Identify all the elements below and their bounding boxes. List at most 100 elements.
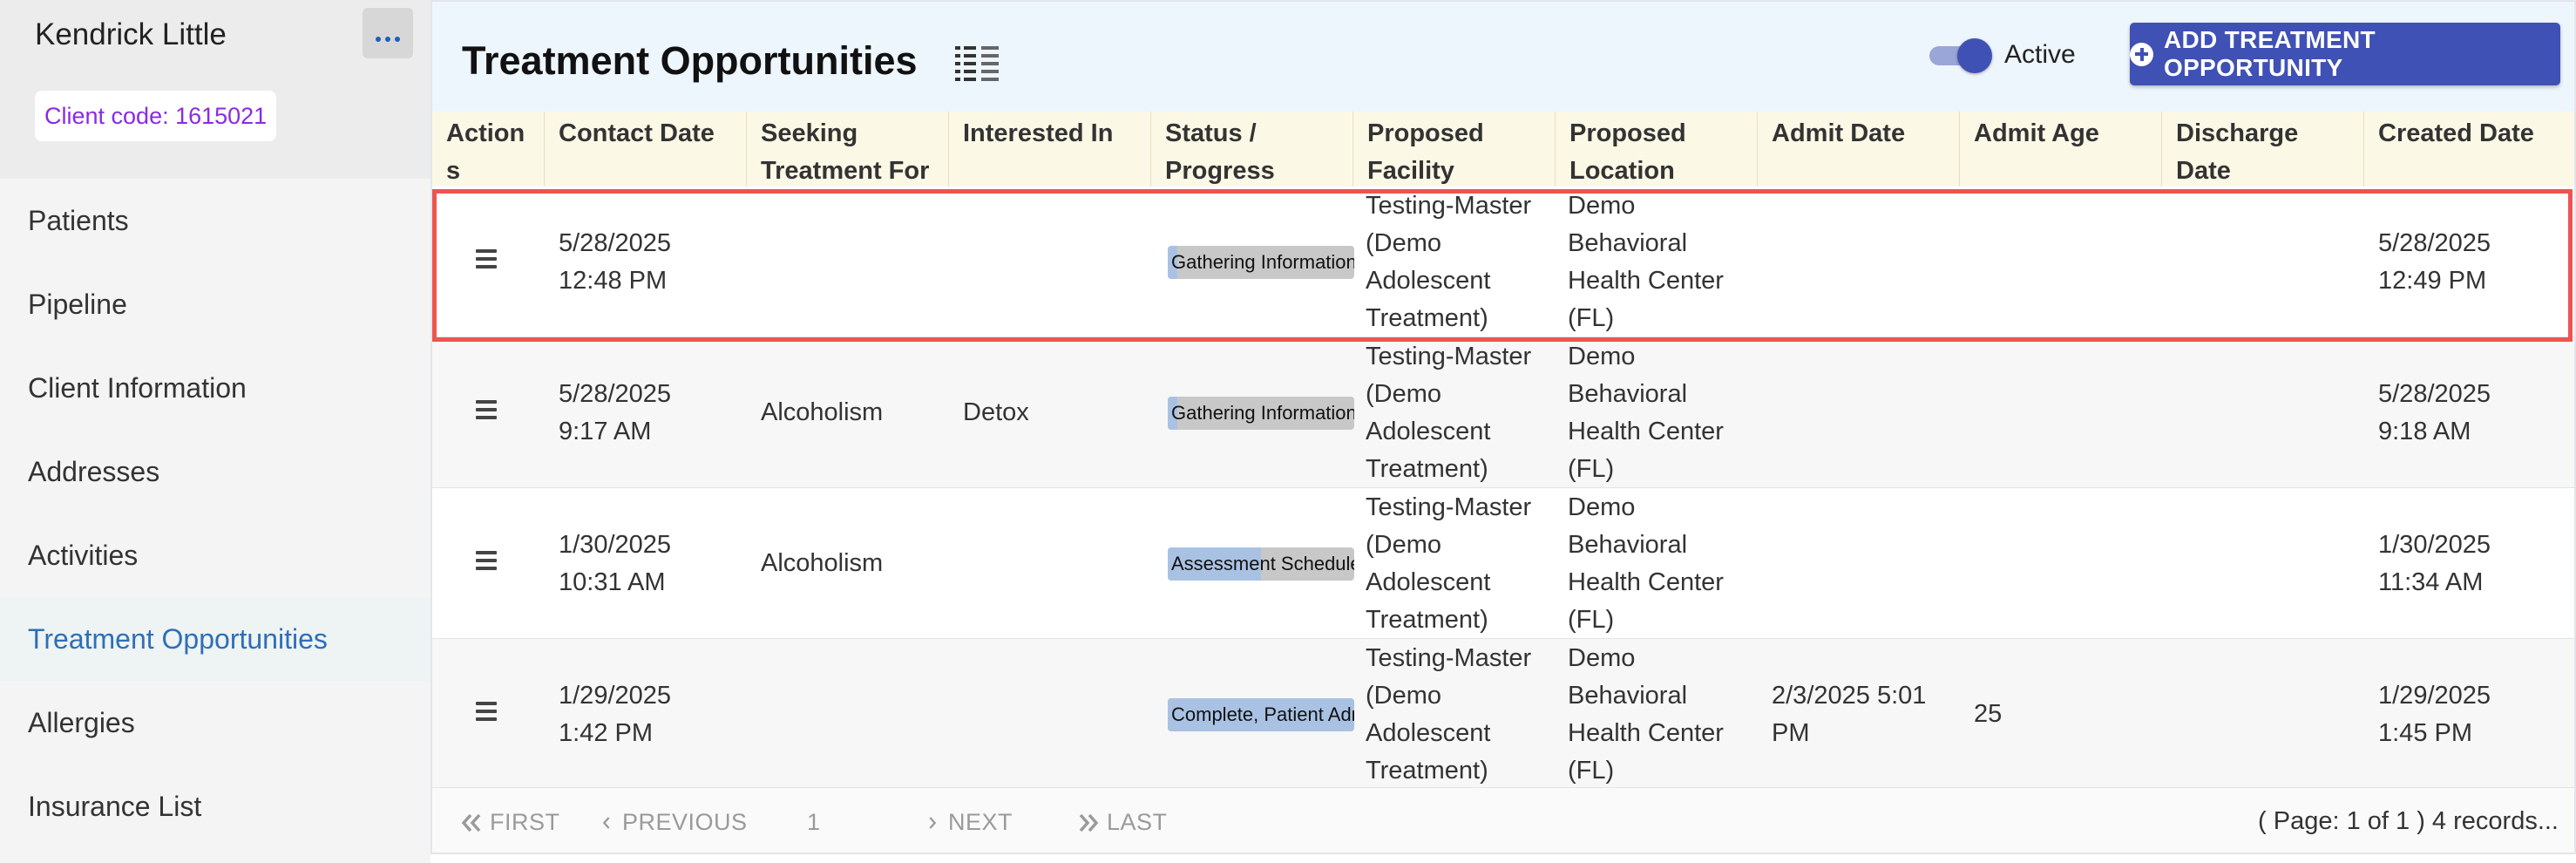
column-header-created-date[interactable]: Created Date: [2364, 112, 2574, 187]
table-row[interactable]: 5/28/2025 12:48 PM Gathering Information…: [432, 187, 2574, 337]
next-label: NEXT: [948, 809, 1013, 835]
hamburger-menu-icon[interactable]: [476, 702, 497, 721]
sidebar-item-allergies[interactable]: Allergies: [0, 681, 430, 764]
column-header-contact-date[interactable]: Contact Date: [545, 112, 747, 187]
cell-proposed-facility: Testing-Master (Demo Adolescent Treatmen…: [1366, 643, 1532, 785]
add-button-label: ADD TREATMENT OPPORTUNITY: [2164, 26, 2376, 81]
cell-contact-date: 5/28/2025 9:17 AM: [559, 379, 672, 445]
sidebar-item-patients[interactable]: Patients: [0, 179, 430, 262]
status-progress-bar: Assessment Scheduled: [1168, 547, 1354, 581]
column-header-seeking-treatment-for[interactable]: Seeking Treatment For: [747, 112, 949, 187]
first-page-button[interactable]: FIRST: [458, 809, 560, 836]
column-header-status-progress[interactable]: Status / Progress: [1151, 112, 1353, 187]
cell-proposed-facility: Testing-Master (Demo Adolescent Treatmen…: [1366, 191, 1532, 332]
hamburger-menu-icon[interactable]: [476, 551, 497, 570]
status-text: Complete, Patient Admitted: [1171, 703, 1354, 725]
status-progress-bar: Gathering Information: [1168, 397, 1354, 430]
column-header-proposed-location[interactable]: Proposed Location: [1556, 112, 1758, 187]
status-progress-bar: Gathering Information: [1168, 246, 1354, 279]
cell-admit-date: [1758, 488, 1960, 639]
cell-discharge-date: [2162, 337, 2364, 488]
client-header: Kendrick Little Client code: 1615021: [0, 0, 430, 179]
status-progress-bar: Complete, Patient Admitted: [1168, 698, 1354, 731]
cell-interested-in: Detox: [963, 398, 1029, 426]
chevron-right-icon: [929, 816, 937, 829]
cell-seeking-treatment-for: [747, 639, 949, 790]
sidebar-item-client-information[interactable]: Client Information: [0, 346, 430, 430]
sidebar-item-pipeline[interactable]: Pipeline: [0, 262, 430, 346]
cell-proposed-facility: Testing-Master (Demo Adolescent Treatmen…: [1366, 342, 1532, 483]
column-header-proposed-facility[interactable]: Proposed Facility: [1353, 112, 1556, 187]
previous-label: PREVIOUS: [622, 809, 748, 835]
add-treatment-opportunity-button[interactable]: ADD TREATMENT OPPORTUNITY: [2130, 23, 2560, 85]
sidebar-item-activities[interactable]: Activities: [0, 513, 430, 597]
cell-interested-in: [949, 187, 1151, 337]
status-text: Gathering Information: [1171, 251, 1354, 273]
sidebar-item-insurance-list[interactable]: Insurance List: [0, 764, 430, 848]
column-header-admit-age[interactable]: Admit Age: [1960, 112, 2162, 187]
cell-admit-age: 25: [1974, 700, 2003, 728]
cell-admit-date: [1758, 187, 1960, 337]
hamburger-menu-icon[interactable]: [476, 400, 497, 419]
client-code-badge: Client code: 1615021: [35, 91, 277, 141]
double-chevron-left-icon: [461, 813, 481, 832]
more-dot: [385, 37, 390, 42]
cell-discharge-date: [2162, 639, 2364, 790]
toggle-knob: [1957, 38, 1992, 73]
chevron-left-icon: [602, 816, 610, 829]
main-panel: Treatment Opportunities Active ADD TREAT…: [430, 0, 2576, 863]
client-name: Kendrick Little: [35, 17, 227, 51]
last-label: LAST: [1107, 809, 1168, 835]
table-header: Actions Contact Date Seeking Treatment F…: [432, 112, 2574, 187]
cell-contact-date: 1/29/2025 1:42 PM: [559, 681, 672, 747]
list-view-icon[interactable]: [955, 45, 1000, 82]
next-page-button[interactable]: NEXT: [925, 809, 1013, 836]
column-header-actions[interactable]: Actions: [432, 112, 545, 187]
table-row[interactable]: 1/30/2025 10:31 AM Alcoholism Assessment…: [432, 488, 2574, 639]
sidebar-item-treatment-opportunities[interactable]: Treatment Opportunities: [0, 597, 430, 681]
plus-circle-icon: [2130, 42, 2153, 66]
column-header-discharge-date[interactable]: Discharge Date: [2162, 112, 2364, 187]
pagination: FIRST PREVIOUS 1 NEXT LAST ( Page: 1 of …: [432, 788, 2574, 854]
cell-created-date: 1/30/2025 11:34 AM: [2378, 530, 2491, 596]
hamburger-menu-icon[interactable]: [476, 249, 497, 268]
cell-discharge-date: [2162, 187, 2364, 337]
cell-created-date: 5/28/2025 9:18 AM: [2378, 379, 2491, 445]
cell-admit-age: [1960, 187, 2162, 337]
cell-seeking-treatment-for: [747, 187, 949, 337]
sidebar: Kendrick Little Client code: 1615021 Pat…: [0, 0, 430, 863]
status-text: Gathering Information: [1171, 402, 1354, 424]
double-chevron-right-icon: [1079, 813, 1099, 832]
table-row[interactable]: 5/28/2025 9:17 AM Alcoholism Detox Gathe…: [432, 337, 2574, 488]
column-header-admit-date[interactable]: Admit Date: [1758, 112, 1960, 187]
cell-interested-in: [949, 488, 1151, 639]
page-info: ( Page: 1 of 1 ) 4 records...: [2258, 807, 2559, 835]
sidebar-item-addresses[interactable]: Addresses: [0, 430, 430, 513]
table-row[interactable]: 1/29/2025 1:42 PM Complete, Patient Admi…: [432, 639, 2574, 788]
cell-proposed-location: Demo Behavioral Health Center (FL): [1568, 191, 1724, 332]
cell-contact-date: 5/28/2025 12:48 PM: [559, 228, 672, 295]
cell-seeking-treatment-for: Alcoholism: [761, 549, 884, 577]
cell-discharge-date: [2162, 488, 2364, 639]
sidebar-nav: Patients Pipeline Client Information Add…: [0, 179, 430, 848]
cell-admit-age: [1960, 488, 2162, 639]
cell-created-date: 1/29/2025 1:45 PM: [2378, 681, 2491, 747]
cell-proposed-location: Demo Behavioral Health Center (FL): [1568, 342, 1724, 483]
page-title: Treatment Opportunities: [462, 38, 918, 83]
column-header-interested-in[interactable]: Interested In: [949, 112, 1151, 187]
active-toggle[interactable]: [1929, 38, 1992, 73]
cell-contact-date: 1/30/2025 10:31 AM: [559, 530, 672, 596]
more-options-button[interactable]: [363, 8, 413, 58]
cell-interested-in: [949, 639, 1151, 790]
active-toggle-label: Active: [2004, 40, 2076, 69]
cell-proposed-facility: Testing-Master (Demo Adolescent Treatmen…: [1366, 493, 1532, 634]
cell-seeking-treatment-for: Alcoholism: [761, 398, 884, 426]
cell-admit-date: [1758, 337, 1960, 488]
current-page-number[interactable]: 1: [807, 809, 820, 836]
cell-admit-date: 2/3/2025 5:01 PM: [1772, 681, 1927, 747]
last-page-button[interactable]: LAST: [1075, 809, 1168, 836]
cell-created-date: 5/28/2025 12:49 PM: [2378, 228, 2491, 295]
previous-page-button[interactable]: PREVIOUS: [600, 809, 748, 836]
cell-admit-age: [1960, 337, 2162, 488]
panel-header: Treatment Opportunities Active ADD TREAT…: [432, 2, 2574, 112]
